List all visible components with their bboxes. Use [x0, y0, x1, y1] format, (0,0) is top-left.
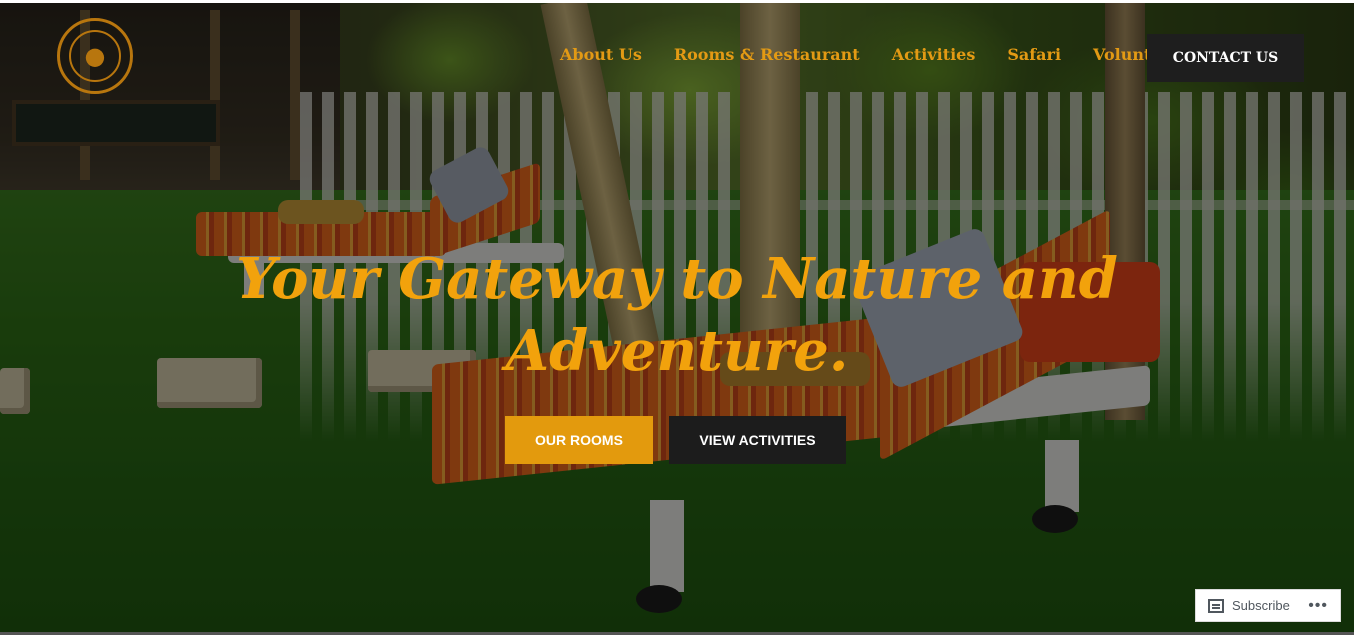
- hero-headline: Your Gateway to Nature and Adventure.: [160, 243, 1194, 387]
- nav-item-activities[interactable]: Activities: [892, 45, 976, 64]
- coffee-bean-icon: ●: [69, 30, 121, 82]
- nav-item-about-us[interactable]: About Us: [560, 45, 642, 64]
- our-rooms-button[interactable]: OUR ROOMS: [505, 416, 653, 464]
- view-activities-button[interactable]: VIEW ACTIVITIES: [669, 416, 846, 464]
- subscribe-button[interactable]: Subscribe: [1232, 598, 1290, 613]
- reader-icon: [1208, 598, 1224, 613]
- hero-headline-line1: Your Gateway to Nature and: [236, 246, 1118, 312]
- top-border: [0, 0, 1354, 3]
- subscribe-widget: Subscribe •••: [1195, 589, 1341, 622]
- contact-us-button[interactable]: CONTACT US: [1147, 34, 1304, 82]
- nav-item-safari[interactable]: Safari: [1007, 45, 1061, 64]
- hero-section: ● About Us Rooms & Restaurant Activities…: [0, 0, 1354, 635]
- nav-item-rooms-restaurant[interactable]: Rooms & Restaurant: [674, 45, 860, 64]
- hero-headline-line2: Adventure.: [505, 318, 849, 384]
- ellipsis-icon[interactable]: •••: [1308, 597, 1328, 615]
- site-logo[interactable]: ●: [57, 18, 133, 94]
- main-navigation: About Us Rooms & Restaurant Activities S…: [560, 45, 1212, 64]
